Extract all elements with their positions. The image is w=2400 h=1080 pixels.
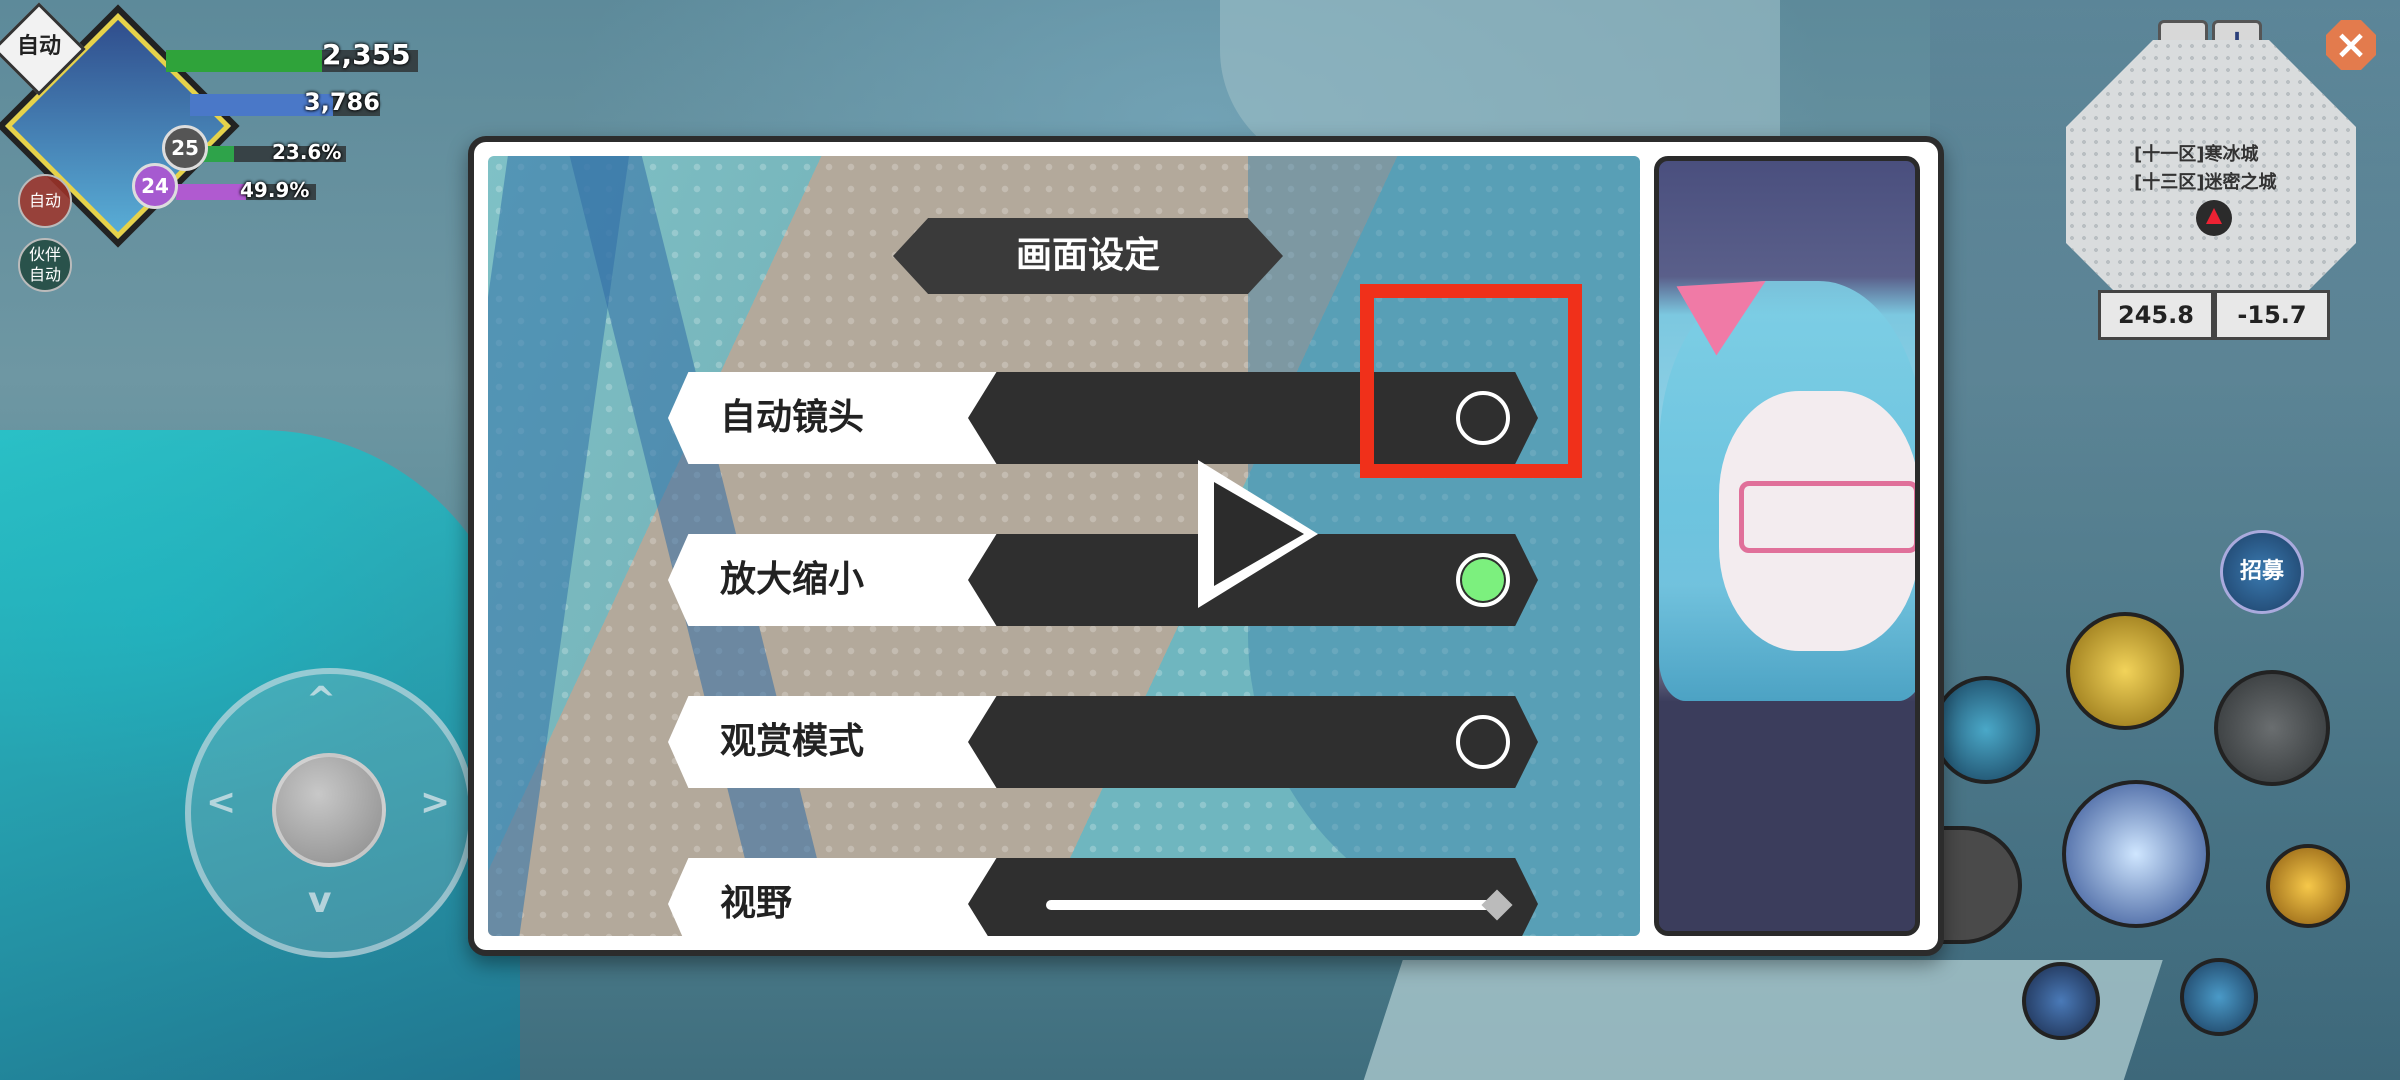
joystick-up-arrow-icon: ^ — [306, 680, 337, 721]
view-mode-toggle[interactable] — [1456, 715, 1510, 769]
player-level-badge: 25 — [162, 125, 208, 171]
partner-level-badge: 24 — [132, 163, 178, 209]
skill-button-1[interactable] — [2066, 612, 2184, 730]
setting-label-bg — [668, 858, 1008, 936]
joystick-down-arrow-icon: v — [308, 880, 332, 921]
minimap-zone-label: [十三区]迷密之城 — [2134, 172, 2277, 193]
auto-mode-label: 自动 — [16, 34, 61, 59]
partner-auto-button[interactable]: 伙伴 自动 — [18, 238, 72, 292]
highlight-box — [1360, 284, 1582, 478]
hp-value: 2,355 — [322, 38, 411, 71]
partner-exp-value: 49.9% — [240, 178, 310, 202]
character-illustration — [1654, 156, 1920, 936]
joystick-knob[interactable] — [272, 753, 386, 867]
setting-track — [968, 858, 1538, 936]
locked-skill-icon[interactable] — [2214, 670, 2330, 786]
player-status-hud: 自动 2,355 3,786 23.6% 49.9% 25 24 自动 伙伴 自… — [0, 0, 460, 300]
attack-button[interactable] — [2062, 780, 2210, 928]
coord-x: 245.8 — [2098, 290, 2214, 340]
exp-value: 23.6% — [272, 140, 342, 164]
partner-exp-bar-fill — [176, 184, 246, 200]
character-glasses — [1739, 481, 1915, 553]
setting-label: 自动镜头 — [720, 397, 865, 438]
joystick-left-arrow-icon: < — [206, 782, 237, 823]
setting-row-view-mode: 观赏模式 — [668, 696, 1538, 788]
character-suit — [1659, 701, 1915, 931]
skill-button-3[interactable] — [2266, 844, 2350, 928]
setting-label: 视野 — [720, 883, 793, 924]
coord-y: -15.7 — [2214, 290, 2330, 340]
minimap-player-marker-icon — [2196, 200, 2232, 236]
dialog-title: 画面设定 — [1015, 235, 1160, 276]
setting-label: 放大缩小 — [720, 559, 865, 600]
setting-label: 观赏模式 — [720, 721, 865, 762]
mp-value: 3,786 — [304, 88, 380, 116]
skill-button-2[interactable] — [1932, 676, 2040, 784]
setting-row-field-of-view: 视野 — [668, 858, 1538, 936]
joystick-right-arrow-icon: > — [420, 782, 451, 823]
skill-button-5[interactable] — [2180, 958, 2258, 1036]
setting-row-zoom: 放大缩小 — [668, 534, 1538, 626]
setting-track — [968, 696, 1538, 788]
recruit-button[interactable]: 招募 — [2220, 530, 2304, 614]
minimap-zone-label: [十一区]寒冰城 — [2134, 144, 2259, 165]
fov-slider[interactable] — [1046, 900, 1496, 910]
auto-battle-button[interactable]: 自动 — [18, 174, 72, 228]
hp-bar-fill — [166, 50, 323, 72]
skill-button-4[interactable] — [2022, 962, 2100, 1040]
zoom-toggle[interactable] — [1456, 553, 1510, 607]
settings-panel: 画面设定 自动镜头 放大缩小 观赏模式 视野 — [488, 156, 1640, 936]
minimap[interactable]: [十一区]寒冰城 [十三区]迷密之城 — [2062, 36, 2360, 334]
